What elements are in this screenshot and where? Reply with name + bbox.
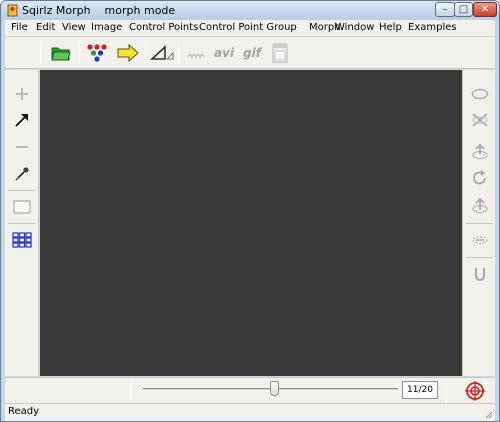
eyedropper-icon bbox=[15, 167, 29, 181]
u-shape-button[interactable] bbox=[468, 263, 492, 285]
toolbar-separator bbox=[446, 380, 447, 402]
close-button[interactable]: ✕ bbox=[473, 2, 497, 17]
rotate-up-button[interactable] bbox=[468, 140, 492, 162]
move-up-button[interactable] bbox=[468, 194, 492, 216]
film-frames-button[interactable] bbox=[268, 41, 292, 65]
menu-examples[interactable]: Examples bbox=[408, 22, 457, 33]
toolbar-separator bbox=[79, 42, 80, 64]
menu-bar: File Edit View Image Control Points Cont… bbox=[5, 20, 495, 37]
squash-icon bbox=[472, 236, 488, 244]
triangle-mode-icon bbox=[150, 45, 174, 60]
rotate-up-icon bbox=[472, 143, 488, 160]
toolbar-separator bbox=[466, 257, 493, 258]
title-bar[interactable]: Sqirlz Morph morph mode – □ ✕ bbox=[1, 1, 499, 20]
wave-button[interactable] bbox=[185, 41, 209, 65]
cross-icon bbox=[472, 113, 488, 127]
status-bar: Ready bbox=[5, 403, 495, 421]
menu-view[interactable]: View bbox=[62, 22, 86, 33]
toolbar-separator bbox=[40, 42, 41, 64]
squash-button[interactable] bbox=[468, 229, 492, 251]
menu-window[interactable]: Window bbox=[335, 22, 374, 33]
rectangle-button[interactable] bbox=[10, 196, 34, 218]
grid-icon bbox=[12, 232, 32, 248]
toolbar-separator bbox=[8, 190, 35, 191]
next-button[interactable] bbox=[116, 41, 140, 65]
menu-edit[interactable]: Edit bbox=[36, 22, 55, 33]
avi-export-icon: avi bbox=[213, 46, 235, 60]
rotate-clockwise-button[interactable] bbox=[468, 167, 492, 189]
maximize-button[interactable]: □ bbox=[454, 2, 473, 17]
menu-image[interactable]: Image bbox=[91, 22, 122, 33]
triangle-mode-button[interactable] bbox=[150, 41, 174, 65]
resize-grip-icon[interactable] bbox=[483, 409, 493, 419]
move-up-icon bbox=[472, 197, 488, 214]
rectangle-icon bbox=[13, 200, 31, 214]
add-point-button[interactable] bbox=[10, 83, 34, 105]
gif-export-icon: gif bbox=[243, 46, 261, 60]
menu-control-point-group[interactable]: Control Point Group bbox=[199, 22, 297, 33]
minimize-button[interactable]: – bbox=[435, 2, 455, 17]
timeline-bar: 11/20 bbox=[5, 377, 495, 403]
status-text: Ready bbox=[8, 406, 40, 417]
frame-slider-thumb[interactable] bbox=[270, 381, 279, 396]
right-toolbar bbox=[462, 70, 495, 376]
grid-button[interactable] bbox=[10, 229, 34, 251]
add-icon bbox=[16, 88, 28, 100]
control-points-icon bbox=[87, 44, 107, 62]
film-frames-icon bbox=[272, 43, 288, 63]
ellipse-icon bbox=[471, 88, 489, 100]
cross-button[interactable] bbox=[468, 109, 492, 131]
open-folder-icon bbox=[51, 47, 71, 61]
toolbar: avi gif bbox=[5, 37, 495, 69]
toolbar-separator bbox=[178, 42, 179, 64]
subtract-icon bbox=[16, 146, 28, 148]
menu-control-points[interactable]: Control Points bbox=[129, 22, 198, 33]
u-shape-icon bbox=[475, 268, 485, 281]
toolbar-separator bbox=[130, 380, 131, 402]
toolbar-separator bbox=[8, 223, 35, 224]
select-arrow-button[interactable] bbox=[10, 109, 34, 131]
avi-export-button[interactable]: avi bbox=[212, 41, 236, 65]
control-points-button[interactable] bbox=[85, 41, 109, 65]
menu-help[interactable]: Help bbox=[379, 22, 402, 33]
menu-file[interactable]: File bbox=[11, 22, 28, 33]
gif-export-button[interactable]: gif bbox=[240, 41, 264, 65]
ellipse-button[interactable] bbox=[468, 83, 492, 105]
open-button[interactable] bbox=[49, 41, 73, 65]
arrow-up-right-icon bbox=[15, 114, 28, 127]
wave-icon bbox=[187, 53, 205, 59]
window-title: Sqirlz Morph morph mode bbox=[22, 4, 176, 17]
target-icon bbox=[465, 381, 485, 401]
eyedropper-button[interactable] bbox=[10, 163, 34, 185]
app-window: Sqirlz Morph morph mode – □ ✕ File Edit … bbox=[0, 0, 500, 422]
next-arrow-icon bbox=[117, 44, 139, 62]
target-button[interactable] bbox=[463, 380, 487, 402]
app-icon bbox=[7, 4, 18, 17]
frame-counter: 11/20 bbox=[402, 381, 438, 399]
morph-canvas[interactable] bbox=[40, 70, 462, 376]
rotate-clockwise-icon bbox=[473, 170, 486, 185]
left-toolbar bbox=[5, 70, 39, 376]
toolbar-separator bbox=[145, 42, 146, 64]
remove-point-button[interactable] bbox=[10, 136, 34, 158]
toolbar-separator bbox=[466, 223, 493, 224]
